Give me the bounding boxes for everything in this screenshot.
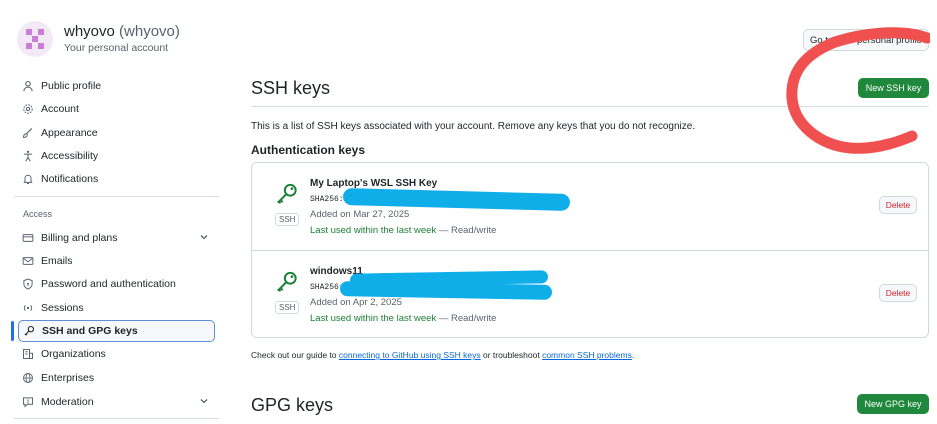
globe-icon <box>22 372 34 384</box>
key-access-level: — Read/write <box>436 313 497 324</box>
sidebar-item-label: Sessions <box>41 302 84 314</box>
shield-lock-icon <box>22 278 34 290</box>
gear-icon <box>22 103 34 115</box>
key-icon <box>277 271 297 292</box>
bell-icon <box>22 173 34 185</box>
sidebar-item-public-profile[interactable]: Public profile <box>18 75 215 97</box>
sidebar-item-label: Account <box>41 103 79 115</box>
section-divider <box>251 106 929 107</box>
accessibility-icon <box>22 150 34 162</box>
delete-key-button[interactable]: Delete <box>879 284 917 302</box>
person-icon <box>22 80 34 92</box>
delete-key-button[interactable]: Delete <box>879 196 917 214</box>
ssh-description: This is a list of SSH keys associated wi… <box>251 121 696 132</box>
sidebar-item-notifications[interactable]: Notifications <box>18 168 215 190</box>
organization-icon <box>22 348 34 360</box>
sidebar-item-label: Organizations <box>41 348 106 360</box>
sidebar-item-label: Appearance <box>41 127 98 139</box>
account-login: (whyovo) <box>119 23 180 40</box>
mail-icon <box>22 255 34 267</box>
account-name: whyovo (whyovo) <box>64 23 180 40</box>
sidebar-item-label: Notifications <box>41 173 99 185</box>
guide-middle: or troubleshoot <box>480 350 543 360</box>
guide-link-connecting[interactable]: connecting to GitHub using SSH keys <box>339 350 481 360</box>
sidebar-item-sessions[interactable]: Sessions <box>18 297 215 319</box>
chevron-down-icon <box>200 399 208 404</box>
guide-link-troubleshoot[interactable]: common SSH problems <box>542 350 632 360</box>
sidebar-divider <box>14 418 219 419</box>
key-added-date: Added on Mar 27, 2025 <box>310 209 410 220</box>
sidebar-item-label: Enterprises <box>41 372 95 384</box>
sidebar-item-label: Public profile <box>41 80 102 92</box>
sidebar-item-account[interactable]: Account <box>18 98 215 120</box>
ssh-guide-text: Check out our guide to connecting to Git… <box>251 350 634 360</box>
avatar[interactable] <box>17 21 53 57</box>
auth-keys-heading: Authentication keys <box>251 143 366 157</box>
sidebar-item-label: Billing and plans <box>41 232 118 244</box>
report-icon <box>22 396 34 408</box>
sidebar-item-moderation[interactable]: Moderation <box>18 391 215 413</box>
sidebar-item-ssh-gpg-keys[interactable]: SSH and GPG keys <box>18 320 215 342</box>
sidebar-item-enterprises[interactable]: Enterprises <box>18 367 215 389</box>
list-item: SSH My Laptop's WSL SSH Key SHA256: Adde… <box>252 163 928 250</box>
sidebar-item-appearance[interactable]: Appearance <box>18 122 215 144</box>
account-subtitle: Your personal account <box>64 42 169 54</box>
selected-indicator <box>11 321 14 341</box>
sidebar-heading-access: Access <box>23 209 53 219</box>
key-title: My Laptop's WSL SSH Key <box>310 178 438 189</box>
sidebar-divider <box>14 196 219 197</box>
broadcast-icon <box>22 302 34 314</box>
sidebar-item-password-auth[interactable]: Password and authentication <box>18 273 215 295</box>
sidebar-item-billing[interactable]: Billing and plans <box>18 227 215 249</box>
sidebar-item-emails[interactable]: Emails <box>18 250 215 272</box>
guide-prefix: Check out our guide to <box>251 350 339 360</box>
key-icon <box>277 183 297 204</box>
sidebar-item-label: Moderation <box>41 396 94 408</box>
ssh-type-badge: SSH <box>275 301 300 314</box>
sidebar-item-organizations[interactable]: Organizations <box>18 343 215 365</box>
new-gpg-key-button[interactable]: New GPG key <box>857 394 929 414</box>
key-last-used: Last used within the last week — Read/wr… <box>310 225 496 236</box>
go-to-profile-button[interactable]: Go to your personal profile <box>803 29 929 51</box>
paintbrush-icon <box>22 127 34 139</box>
sidebar-item-label: Accessibility <box>41 150 99 162</box>
sidebar-item-label: Password and authentication <box>41 278 176 290</box>
chevron-down-icon <box>200 235 208 240</box>
key-fingerprint: SHA256: <box>310 283 344 292</box>
key-last-used-status: Last used within the last week <box>310 313 437 324</box>
ssh-type-badge: SSH <box>275 213 300 226</box>
key-last-used: Last used within the last week — Read/wr… <box>310 313 496 324</box>
sidebar-item-accessibility[interactable]: Accessibility <box>18 145 215 167</box>
sidebar-item-label: Emails <box>41 255 73 267</box>
sidebar-item-label: SSH and GPG keys <box>42 325 138 337</box>
ssh-keys-title: SSH keys <box>251 78 331 98</box>
key-icon <box>23 325 35 337</box>
key-last-used-status: Last used within the last week <box>310 225 437 236</box>
account-display-name: whyovo <box>64 23 115 40</box>
guide-suffix: . <box>631 350 635 360</box>
key-access-level: — Read/write <box>436 225 497 236</box>
key-added-date: Added on Apr 2, 2025 <box>310 297 402 308</box>
gpg-keys-title: GPG keys <box>251 395 334 415</box>
new-ssh-key-button[interactable]: New SSH key <box>858 78 929 98</box>
credit-card-icon <box>22 232 34 244</box>
key-fingerprint: SHA256: <box>310 195 344 204</box>
